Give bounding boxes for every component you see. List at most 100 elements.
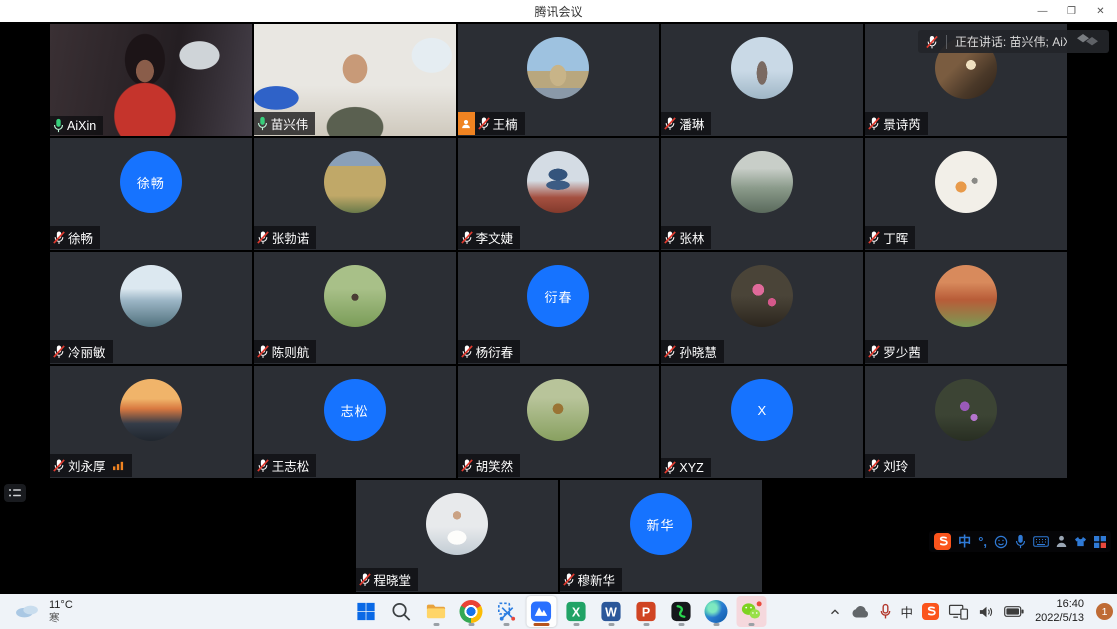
participant-tile-10[interactable]: 冷丽敏 bbox=[50, 252, 252, 364]
participant-tile-15[interactable]: 刘永厚 bbox=[50, 366, 252, 478]
person-icon[interactable] bbox=[1056, 535, 1067, 548]
avatar bbox=[324, 265, 386, 327]
participant-name: 潘琳 bbox=[679, 114, 704, 133]
participant-grid-bottom-row: 程晓堂 新华 穆新华 bbox=[50, 480, 1067, 592]
participant-name-bar: 冷丽敏 bbox=[50, 340, 113, 363]
avatar bbox=[935, 151, 997, 213]
meeting-video-area: AiXin 苗兴伟 bbox=[0, 22, 1117, 594]
ime-language-indicator[interactable]: 中 bbox=[901, 602, 914, 621]
green-s-app-app-icon[interactable] bbox=[666, 596, 696, 627]
participant-tile-1[interactable]: 苗兴伟 bbox=[254, 24, 456, 136]
avatar bbox=[731, 265, 793, 327]
mic-muted-icon bbox=[868, 458, 880, 473]
clock-date: 2022/5/13 bbox=[1035, 612, 1084, 625]
punctuation-icon[interactable]: °, bbox=[978, 535, 987, 548]
member-list-toggle-icon[interactable] bbox=[4, 484, 26, 507]
snip-tool-app-icon[interactable] bbox=[491, 596, 521, 627]
keyboard-icon[interactable] bbox=[1033, 536, 1049, 547]
start-app-icon[interactable] bbox=[351, 596, 381, 627]
weather-condition: 寒 bbox=[49, 612, 73, 624]
sogou-logo-icon[interactable] bbox=[934, 533, 951, 550]
svg-text:X: X bbox=[572, 605, 581, 619]
tencent-meeting-app-icon[interactable] bbox=[526, 596, 556, 627]
participant-tile-20[interactable]: 程晓堂 bbox=[356, 480, 558, 592]
file-explorer-app-icon[interactable] bbox=[421, 596, 451, 627]
avatar: 衍春 bbox=[527, 265, 589, 327]
battery-icon[interactable] bbox=[1004, 606, 1024, 617]
avatar bbox=[527, 379, 589, 441]
participant-tile-13[interactable]: 孙晓慧 bbox=[661, 252, 863, 364]
sogou-input-icon[interactable] bbox=[922, 603, 939, 620]
participant-tile-2[interactable]: 王楠 bbox=[458, 24, 660, 136]
taskbar-clock[interactable]: 16:40 2022/5/13 bbox=[1035, 598, 1084, 624]
participant-tile-8[interactable]: 张林 bbox=[661, 138, 863, 250]
window-titlebar: 腾讯会议 — ❐ ✕ bbox=[0, 0, 1117, 22]
mic-muted-icon bbox=[664, 460, 676, 475]
svg-text:P: P bbox=[642, 605, 650, 619]
edge-app-icon[interactable] bbox=[701, 596, 731, 627]
powerpoint-app-icon[interactable]: P bbox=[631, 596, 661, 627]
minimize-button[interactable]: — bbox=[1028, 0, 1057, 22]
system-tray: 中 16:40 2022/5/13 1 bbox=[828, 594, 1113, 629]
divider bbox=[946, 35, 947, 49]
skin-shirt-icon[interactable] bbox=[1074, 536, 1087, 547]
chrome-app-icon[interactable] bbox=[456, 596, 486, 627]
excel-app-icon[interactable]: X bbox=[561, 596, 591, 627]
hidden-icons-chevron-icon[interactable] bbox=[828, 605, 842, 619]
participant-name-bar: 李文婕 bbox=[458, 226, 521, 249]
microphone-in-use-icon[interactable] bbox=[879, 603, 892, 620]
voice-mic-icon[interactable] bbox=[1015, 534, 1026, 549]
tencent-meeting-window: 腾讯会议 — ❐ ✕ AiXin bbox=[0, 0, 1117, 629]
participant-name: 刘玲 bbox=[883, 456, 908, 475]
speaking-text: 正在讲话: 苗兴伟; AiXin; bbox=[955, 33, 1067, 50]
participant-tile-11[interactable]: 陈则航 bbox=[254, 252, 456, 364]
participant-tile-18[interactable]: X XYZ bbox=[661, 366, 863, 478]
avatar bbox=[935, 379, 997, 441]
participant-tile-12[interactable]: 衍春 杨衍春 bbox=[458, 252, 660, 364]
weather-widget[interactable]: 11°C 寒 bbox=[8, 594, 79, 629]
mic-muted-icon bbox=[478, 116, 490, 131]
participant-tile-5[interactable]: 徐畅 徐畅 bbox=[50, 138, 252, 250]
participant-name-bar: 潘琳 bbox=[661, 112, 711, 135]
participant-name-bar: 景诗芮 bbox=[865, 112, 928, 135]
toolbox-grid-icon[interactable] bbox=[1094, 536, 1106, 548]
avatar bbox=[120, 379, 182, 441]
participant-name: 冷丽敏 bbox=[68, 342, 106, 361]
participant-name-bar: 陈则航 bbox=[254, 340, 317, 363]
search-app-icon[interactable] bbox=[386, 596, 416, 627]
participant-tile-7[interactable]: 李文婕 bbox=[458, 138, 660, 250]
participant-tile-17[interactable]: 胡笑然 bbox=[458, 366, 660, 478]
participant-name-bar: 胡笑然 bbox=[458, 454, 521, 477]
cloud-weather-icon bbox=[14, 601, 41, 623]
notification-count-badge[interactable]: 1 bbox=[1096, 603, 1113, 620]
participant-tile-16[interactable]: 志松 王志松 bbox=[254, 366, 456, 478]
participant-tile-14[interactable]: 罗少茜 bbox=[865, 252, 1067, 364]
participant-tile-6[interactable]: 张勃诺 bbox=[254, 138, 456, 250]
participant-name: 丁晖 bbox=[883, 228, 908, 247]
cast-display-icon[interactable] bbox=[948, 604, 969, 620]
participant-name: 张勃诺 bbox=[272, 228, 310, 247]
participant-name-bar: 徐畅 bbox=[50, 226, 100, 249]
restore-button[interactable]: ❐ bbox=[1057, 0, 1086, 22]
participant-tile-9[interactable]: 丁晖 bbox=[865, 138, 1067, 250]
participant-tile-0[interactable]: AiXin bbox=[50, 24, 252, 136]
participant-name: 王志松 bbox=[272, 456, 310, 475]
participant-name: AiXin bbox=[67, 119, 96, 133]
participant-tile-21[interactable]: 新华 穆新华 bbox=[560, 480, 762, 592]
word-app-icon[interactable]: W bbox=[596, 596, 626, 627]
mic-muted-icon bbox=[461, 458, 473, 473]
avatar: 新华 bbox=[630, 493, 692, 555]
participant-tile-19[interactable]: 刘玲 bbox=[865, 366, 1067, 478]
emoji-icon[interactable] bbox=[994, 535, 1008, 549]
avatar bbox=[426, 493, 488, 555]
weather-temperature: 11°C bbox=[49, 599, 73, 612]
onedrive-cloud-icon[interactable] bbox=[851, 605, 870, 618]
sogou-ime-toolbar: 中 °, bbox=[929, 531, 1111, 552]
mic-muted-icon bbox=[53, 230, 65, 245]
wechat-app-icon[interactable] bbox=[736, 596, 766, 627]
participant-tile-3[interactable]: 潘琳 bbox=[661, 24, 863, 136]
chinese-mode-icon[interactable]: 中 bbox=[958, 535, 971, 548]
close-button[interactable]: ✕ bbox=[1086, 0, 1115, 22]
view-switch-icon[interactable] bbox=[1075, 33, 1101, 50]
speaker-icon[interactable] bbox=[978, 605, 995, 619]
